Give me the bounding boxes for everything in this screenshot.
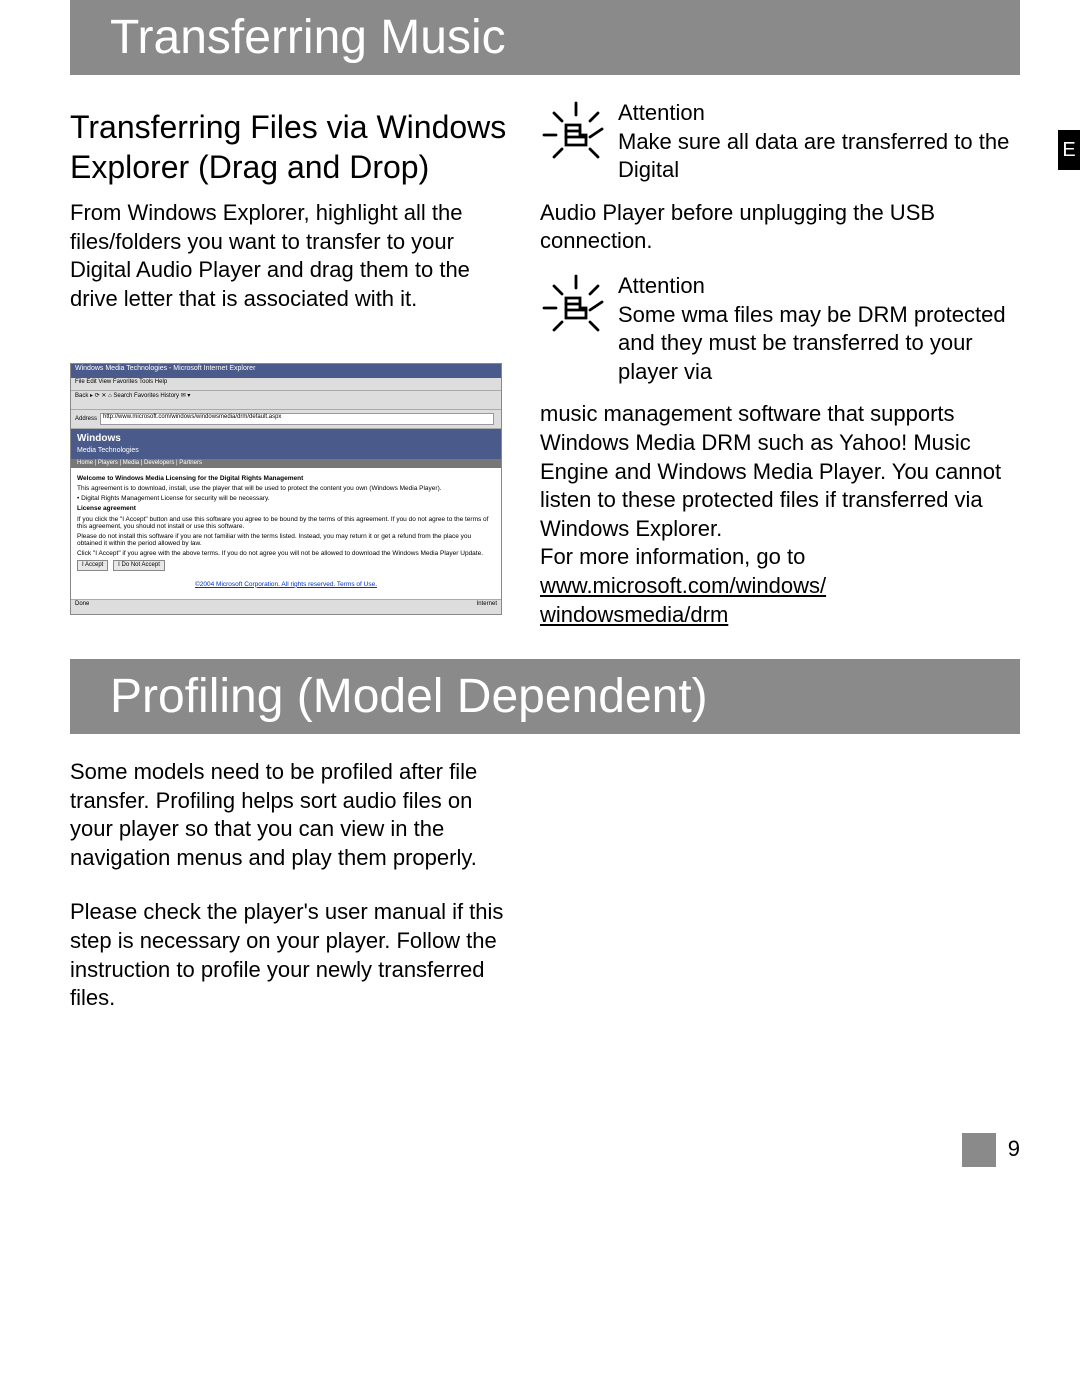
- attention1-label: Attention: [618, 100, 705, 125]
- attention-block-1: Attention Make sure all data are transfe…: [540, 99, 1020, 185]
- ss-status-left: Done: [75, 601, 89, 613]
- ss-toolbar: Back ▸ ⟳ ✕ ⌂ Search Favorites History ✉ …: [71, 391, 501, 410]
- ss-c2: This agreement is to download, install, …: [77, 485, 495, 492]
- ss-c7: Click "I Accept" if you agree with the a…: [77, 550, 495, 557]
- section2-body2: Please check the player's user manual if…: [70, 898, 510, 1012]
- section2-left-column: Some models need to be profiled after fi…: [70, 758, 510, 1013]
- section2-header: Profiling (Model Dependent): [70, 659, 1020, 734]
- ss-statusbar: Done Internet: [71, 599, 501, 614]
- section1-subtitle: Transferring Files via Windows Explorer …: [70, 107, 510, 187]
- attention-icon: [540, 99, 612, 171]
- ss-titlebar: Windows Media Technologies - Microsoft I…: [71, 364, 501, 378]
- ss-c3: • Digital Rights Management License for …: [77, 495, 495, 502]
- ss-c4: License agreement: [77, 505, 495, 512]
- ss-address-box: http://www.microsoft.com/windows/windows…: [100, 413, 494, 425]
- section1-left-column: Transferring Files via Windows Explorer …: [70, 99, 510, 629]
- attention2-inline: Some wma files may be DRM protected and …: [618, 302, 1006, 384]
- section2-body1: Some models need to be profiled after fi…: [70, 758, 510, 872]
- attention2-below1: music management software that supports …: [540, 401, 1001, 540]
- attention1-continue: Audio Player before unplugging the USB c…: [540, 199, 1020, 256]
- ss-banner: Windows Media Technologies: [71, 429, 501, 459]
- ss-c6: Please do not install this software if y…: [77, 533, 495, 547]
- attention2-label: Attention: [618, 273, 705, 298]
- section1-columns: Transferring Files via Windows Explorer …: [70, 99, 1020, 629]
- ss-status-right: Internet: [477, 601, 497, 613]
- page-footer: 9: [70, 1133, 1020, 1167]
- ss-footer-link: ©2004 Microsoft Corporation. All rights …: [195, 581, 377, 588]
- page-number: 9: [1008, 1136, 1020, 1161]
- attention-icon: [540, 272, 612, 344]
- attention2-below2: For more information, go to: [540, 544, 805, 569]
- windows-explorer-screenshot: Windows Media Technologies - Microsoft I…: [70, 363, 502, 615]
- ss-content: Welcome to Windows Media Licensing for t…: [71, 468, 501, 615]
- attention2-continue: music management software that supports …: [540, 400, 1020, 629]
- attention1-inline: Make sure all data are transferred to th…: [618, 129, 1009, 183]
- page-content: Transferring Music Transferring Files vi…: [0, 0, 1080, 1207]
- attention1-text: Attention Make sure all data are transfe…: [618, 99, 1020, 185]
- ss-c1: Welcome to Windows Media Licensing for t…: [77, 475, 495, 482]
- ss-banner-sub: Media Technologies: [77, 447, 139, 454]
- drm-link[interactable]: www.microsoft.com/windows/ windowsmedia/…: [540, 573, 826, 627]
- attention-block-2: Attention Some wma files may be DRM prot…: [540, 272, 1020, 386]
- attention2-text: Attention Some wma files may be DRM prot…: [618, 272, 1020, 386]
- section1-body: From Windows Explorer, highlight all the…: [70, 199, 510, 313]
- section1-right-column: Attention Make sure all data are transfe…: [540, 99, 1020, 629]
- page-tab-marker: [962, 1133, 996, 1167]
- section2-right-column: [540, 758, 1020, 1013]
- section1-header: Transferring Music: [70, 0, 1020, 75]
- ss-c5: If you click the "I Accept" button and u…: [77, 516, 495, 530]
- ss-tabs: Home | Players | Media | Developers | Pa…: [71, 459, 501, 468]
- ss-banner-title: Windows: [77, 433, 121, 444]
- ss-menu: File Edit View Favorites Tools Help: [71, 378, 501, 391]
- ss-btn-decline: I Do Not Accept: [113, 560, 165, 571]
- ss-address-bar: Address http://www.microsoft.com/windows…: [71, 410, 501, 429]
- ss-address-label: Address: [75, 416, 97, 423]
- ss-btn-accept: I Accept: [77, 560, 108, 571]
- section2-columns: Some models need to be profiled after fi…: [70, 758, 1020, 1013]
